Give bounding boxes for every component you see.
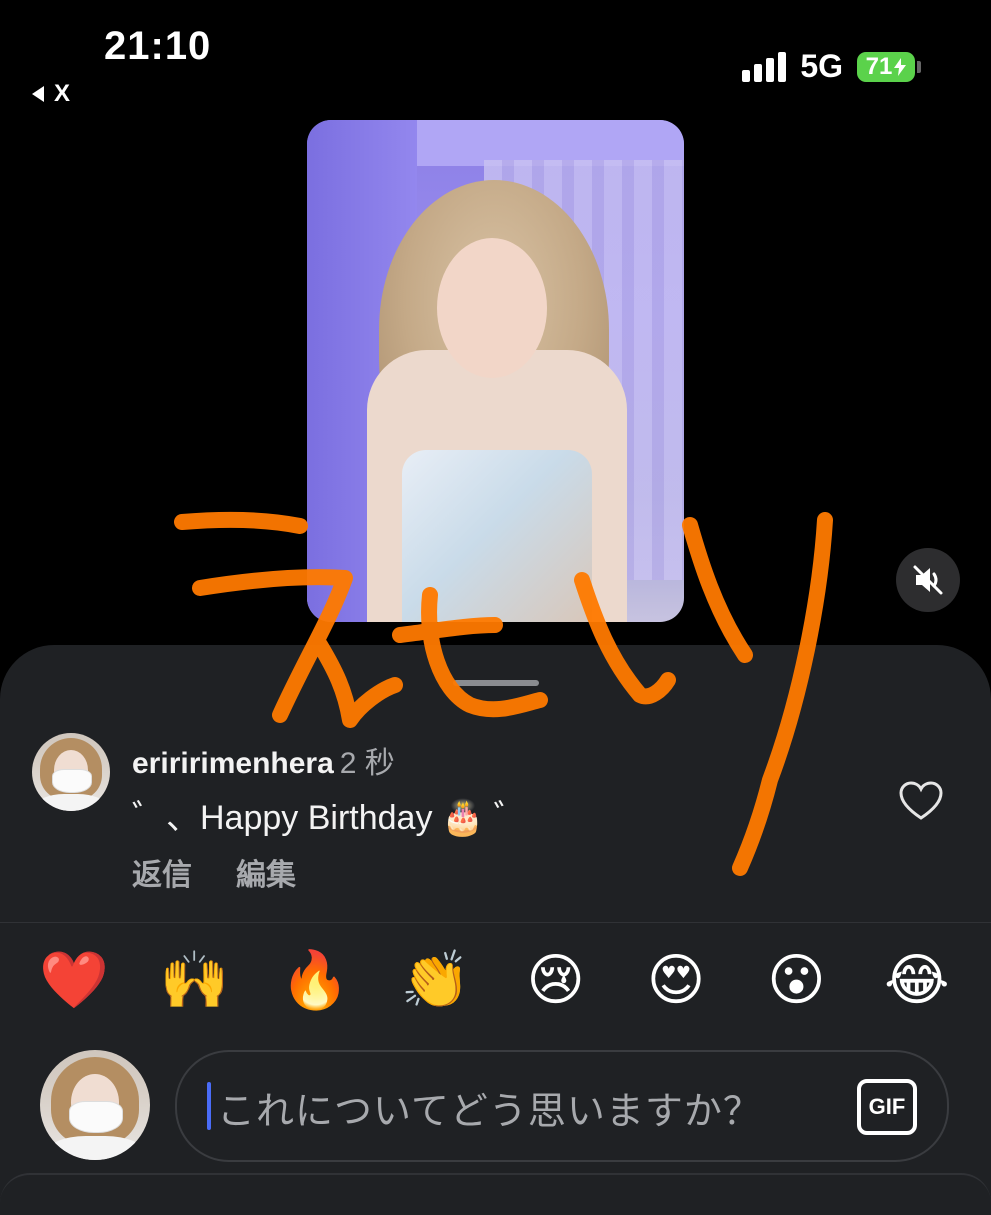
comment-header: eriririmenhera 2 秒 — [132, 738, 395, 782]
comment-username[interactable]: eriririmenhera — [132, 747, 334, 780]
reaction-raised-hands[interactable]: 🙌 — [155, 945, 235, 1017]
divider — [0, 922, 991, 923]
mute-toggle-button[interactable] — [896, 548, 960, 612]
bottom-panel-edge — [0, 1173, 991, 1215]
quick-reactions: ❤️ 🙌 🔥 👏 😢 😍 😮 😂 — [0, 945, 991, 1017]
reaction-heart-eyes[interactable]: 😍 — [636, 945, 716, 1017]
status-indicators: 5G 71 — [742, 48, 921, 85]
reaction-surprised[interactable]: 😮 — [756, 945, 836, 1017]
signal-strength-icon — [742, 51, 787, 82]
reaction-crying[interactable]: 😢 — [516, 945, 596, 1017]
comments-sheet: eriririmenhera 2 秒 ゛、Happy Birthday 🎂 ゛ 返… — [0, 645, 991, 1215]
current-user-avatar — [40, 1050, 150, 1160]
reaction-heart[interactable]: ❤️ — [34, 945, 114, 1017]
reply-button[interactable]: 返信 — [132, 850, 192, 894]
back-arrow-icon — [32, 86, 44, 102]
sheet-grabber[interactable] — [453, 680, 539, 686]
like-heart-icon[interactable] — [898, 780, 944, 822]
reaction-fire[interactable]: 🔥 — [275, 945, 355, 1017]
gif-button[interactable]: GIF — [857, 1079, 917, 1135]
edit-button[interactable]: 編集 — [236, 850, 296, 894]
charging-bolt-icon — [894, 57, 907, 76]
back-to-app-button[interactable]: X — [32, 80, 70, 108]
back-app-label: X — [54, 80, 71, 107]
status-time: 21:10 — [104, 24, 212, 68]
avatar[interactable] — [32, 733, 110, 811]
comment-text: ゛、Happy Birthday 🎂 ゛ — [132, 799, 528, 837]
reaction-clap[interactable]: 👏 — [395, 945, 475, 1017]
comment-input[interactable]: これについてどう思いますか？ GIF — [175, 1050, 949, 1162]
network-type: 5G — [800, 48, 843, 84]
video-preview[interactable] — [307, 120, 684, 622]
text-caret — [207, 1082, 211, 1130]
battery-icon: 71 — [857, 51, 921, 82]
reaction-laughing[interactable]: 😂 — [877, 945, 957, 1017]
battery-level: 71 — [865, 52, 893, 80]
speaker-muted-icon — [913, 565, 943, 595]
comment-input-placeholder: これについてどう思いますか？ — [217, 1091, 762, 1133]
comment-actions: 返信 編集 — [132, 850, 296, 894]
comment-timestamp: 2 秒 — [339, 747, 395, 780]
